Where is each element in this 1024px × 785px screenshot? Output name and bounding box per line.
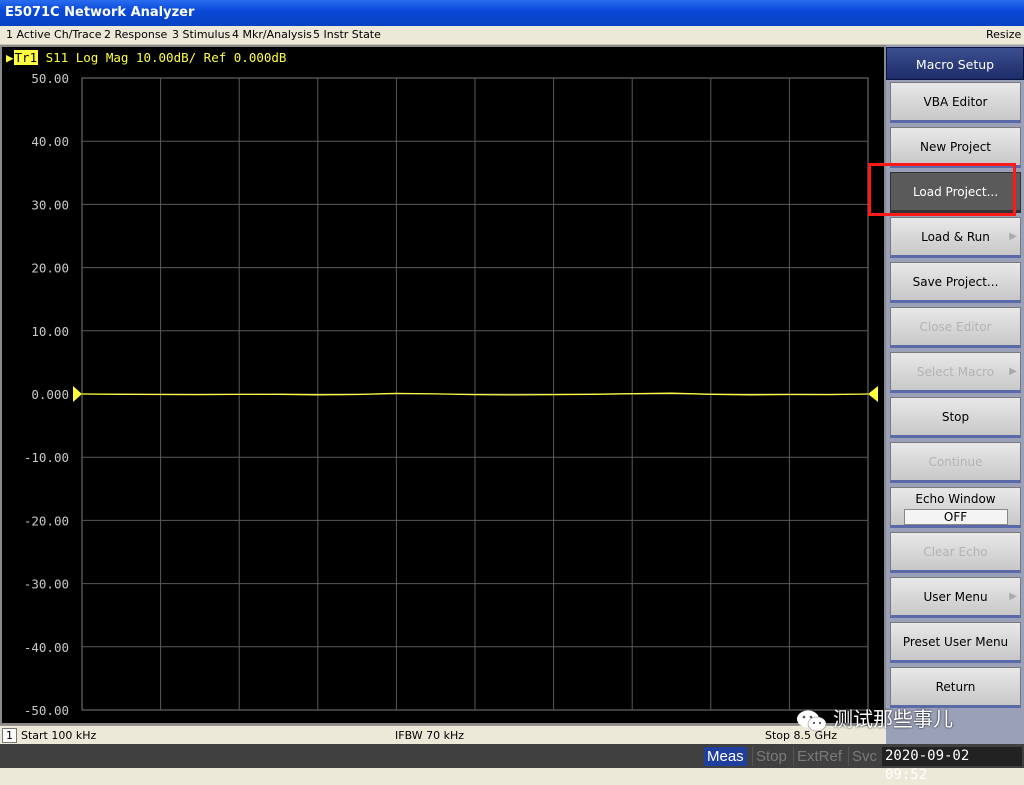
return-label: Return: [935, 680, 976, 694]
y-tick-label: -10.00: [24, 450, 69, 465]
y-tick-label: 0.000: [31, 387, 69, 402]
wechat-icon: [797, 710, 827, 731]
continue-button: Continue: [890, 442, 1021, 483]
select-macro-label: Select Macro: [916, 365, 995, 379]
y-tick-label: -20.00: [24, 513, 69, 528]
menu-active-ch-trace[interactable]: 1 Active Ch/Trace: [6, 28, 102, 41]
preset-user-menu-button[interactable]: Preset User Menu: [890, 622, 1021, 663]
clear-echo-label: Clear Echo: [923, 545, 988, 559]
window-title: E5071C Network Analyzer: [0, 0, 1024, 26]
menu-resize[interactable]: Resize: [986, 28, 1021, 41]
y-tick-label: 10.00: [31, 324, 69, 339]
close-editor-button: Close Editor: [890, 307, 1021, 348]
start-frequency[interactable]: Start 100 kHz: [21, 729, 96, 742]
load-project-button[interactable]: Load Project...: [890, 172, 1021, 213]
save-project-button[interactable]: Save Project...: [890, 262, 1021, 303]
chart-svg: 50.00 40.00 30.00 20.00 10.00 0.000 -10.00 -20.…: [24, 71, 878, 718]
y-tick-label: 20.00: [31, 261, 69, 276]
return-button[interactable]: Return: [890, 667, 1021, 708]
meas-indicator: Meas: [704, 747, 747, 766]
y-tick-label: -30.00: [24, 577, 69, 592]
submenu-arrow-icon: ▶: [1009, 591, 1017, 602]
softkey-panel: Macro Setup VBA Editor New Project Load Pr…: [886, 45, 1024, 744]
softkey-title: Macro Setup: [886, 47, 1024, 80]
instrument-status-bar: Meas Stop ExtRef Svc 2020-09-02 09:52: [0, 744, 1024, 783]
trace-label: S11 Log Mag 10.00dB/ Ref 0.000dB: [45, 50, 287, 65]
channel-status-line: 1 Start 100 kHz IFBW 70 kHz Stop 8.5 GHz: [0, 725, 886, 744]
trace-header: ▶Tr1 S11 Log Mag 10.00dB/ Ref 0.000dB: [6, 50, 286, 65]
submenu-arrow-icon: ▶: [1009, 231, 1017, 242]
menu-bar: 1 Active Ch/Trace 2 Response 3 Stimulus …: [0, 26, 1024, 45]
trace-tag[interactable]: Tr1: [13, 50, 39, 65]
menu-instr-state[interactable]: 5 Instr State: [313, 28, 381, 41]
stop-button[interactable]: Stop: [890, 397, 1021, 438]
ref-marker-left: [73, 386, 82, 402]
user-menu-button[interactable]: User Menu ▶: [890, 577, 1021, 618]
extref-indicator: ExtRef: [793, 747, 845, 766]
chart-panel: 50.00 40.00 30.00 20.00 10.00 0.000 -10.00 -20.…: [0, 45, 886, 725]
menu-stimulus[interactable]: 3 Stimulus: [172, 28, 230, 41]
y-tick-label: 30.00: [31, 197, 69, 212]
select-macro-button: Select Macro ▶: [890, 352, 1021, 393]
y-tick-label: -40.00: [24, 640, 69, 655]
close-editor-label: Close Editor: [919, 320, 992, 334]
y-tick-label: 50.00: [31, 71, 69, 86]
datetime: 2020-09-02 09:52: [882, 747, 1022, 783]
ref-marker-right: [868, 386, 878, 402]
load-project-label: Load Project...: [912, 185, 999, 199]
save-project-label: Save Project...: [912, 275, 999, 289]
echo-window-value: OFF: [903, 509, 1008, 525]
watermark-text: 测试那些事儿: [833, 707, 953, 731]
stop-label: Stop: [941, 410, 970, 424]
stop-indicator: Stop: [752, 747, 790, 766]
watermark: 测试那些事儿: [795, 703, 953, 733]
load-and-run-label: Load & Run: [921, 230, 990, 244]
echo-window-button[interactable]: Echo Window OFF: [890, 487, 1021, 528]
new-project-label: New Project: [919, 140, 992, 154]
continue-label: Continue: [928, 455, 983, 469]
menu-response[interactable]: 2 Response: [104, 28, 167, 41]
y-tick-label: 40.00: [31, 134, 69, 149]
new-project-button[interactable]: New Project: [890, 127, 1021, 168]
svc-indicator: Svc: [848, 747, 880, 766]
preset-user-menu-label: Preset User Menu: [902, 635, 1009, 649]
ifbw-value[interactable]: IFBW 70 kHz: [395, 729, 464, 742]
submenu-arrow-icon: ▶: [1009, 366, 1017, 377]
vba-editor-label: VBA Editor: [923, 95, 988, 109]
user-menu-label: User Menu: [923, 590, 988, 604]
channel-number[interactable]: 1: [2, 728, 17, 743]
echo-window-label: Echo Window: [915, 492, 996, 506]
menu-mkr-analysis[interactable]: 4 Mkr/Analysis: [232, 28, 312, 41]
trace-active-marker-icon: ▶: [6, 50, 14, 65]
clear-echo-button: Clear Echo: [890, 532, 1021, 573]
y-tick-label: -50.00: [24, 703, 69, 718]
vba-editor-button[interactable]: VBA Editor: [890, 82, 1021, 123]
load-and-run-button[interactable]: Load & Run ▶: [890, 217, 1021, 258]
